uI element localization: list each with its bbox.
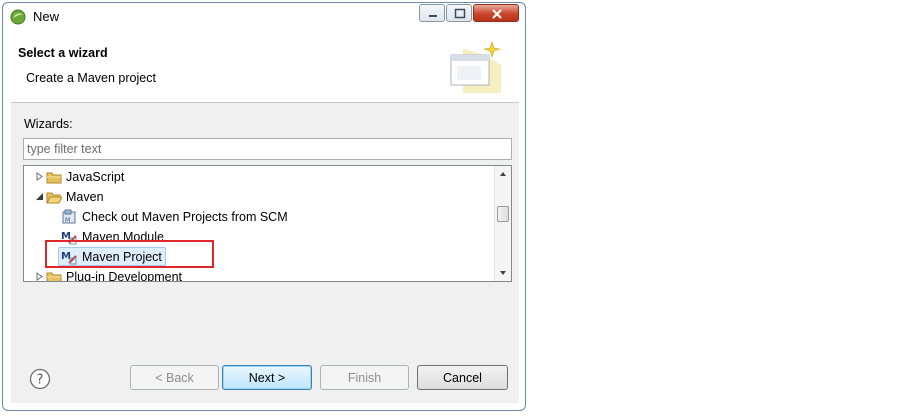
header-description: Create a Maven project: [26, 71, 156, 85]
annotation-highlight: [45, 240, 214, 268]
minimize-button[interactable]: [419, 4, 445, 22]
tree-item-label: Maven: [66, 190, 104, 204]
scroll-down-icon[interactable]: [495, 265, 511, 281]
tree-item-label: Check out Maven Projects from SCM: [82, 210, 288, 224]
title-bar: New: [3, 3, 525, 31]
expand-arrow-icon[interactable]: [35, 172, 44, 181]
svg-text:M: M: [65, 217, 70, 224]
tree-item-plugin-development[interactable]: Plug-in Development: [24, 267, 494, 282]
maximize-icon: [454, 8, 466, 19]
wizard-header: Select a wizard Create a Maven project: [11, 33, 519, 103]
tree-item-label: Plug-in Development: [66, 270, 183, 282]
folder-icon: [46, 172, 62, 184]
filter-input[interactable]: [23, 138, 512, 160]
tree-item-checkout-scm[interactable]: M Check out Maven Projects from SCM: [24, 207, 494, 227]
window-title: New: [33, 9, 60, 24]
tree-item-label: JavaScript: [66, 170, 125, 184]
wizard-banner-icon: [450, 41, 501, 93]
minimize-icon: [429, 15, 437, 17]
close-button[interactable]: [473, 4, 519, 22]
svg-text:?: ?: [37, 373, 44, 388]
wizards-label: Wizards:: [24, 117, 73, 131]
help-icon[interactable]: ?: [29, 368, 51, 390]
cancel-button[interactable]: Cancel: [417, 365, 508, 390]
expand-arrow-icon[interactable]: [35, 272, 44, 281]
next-button[interactable]: Next >: [222, 365, 312, 390]
folder-icon: [46, 272, 62, 281]
maximize-button[interactable]: [446, 4, 472, 22]
folder-open-icon: [46, 192, 62, 204]
tree-item-maven[interactable]: Maven: [24, 187, 494, 207]
header-title: Select a wizard: [18, 46, 108, 60]
tree-item-javascript[interactable]: JavaScript: [24, 167, 494, 187]
scrollbar-thumb[interactable]: [497, 206, 509, 222]
scroll-up-icon[interactable]: [495, 166, 511, 182]
close-icon: [492, 9, 502, 19]
finish-button[interactable]: Finish: [320, 365, 409, 390]
back-button[interactable]: < Back: [130, 365, 219, 390]
collapse-arrow-icon[interactable]: [35, 192, 44, 201]
tree-scrollbar[interactable]: [494, 166, 511, 281]
scm-checkout-icon: M: [62, 209, 76, 224]
app-icon: [10, 9, 26, 25]
new-wizard-dialog: New Select a wizard Create a Maven proje…: [2, 2, 526, 411]
